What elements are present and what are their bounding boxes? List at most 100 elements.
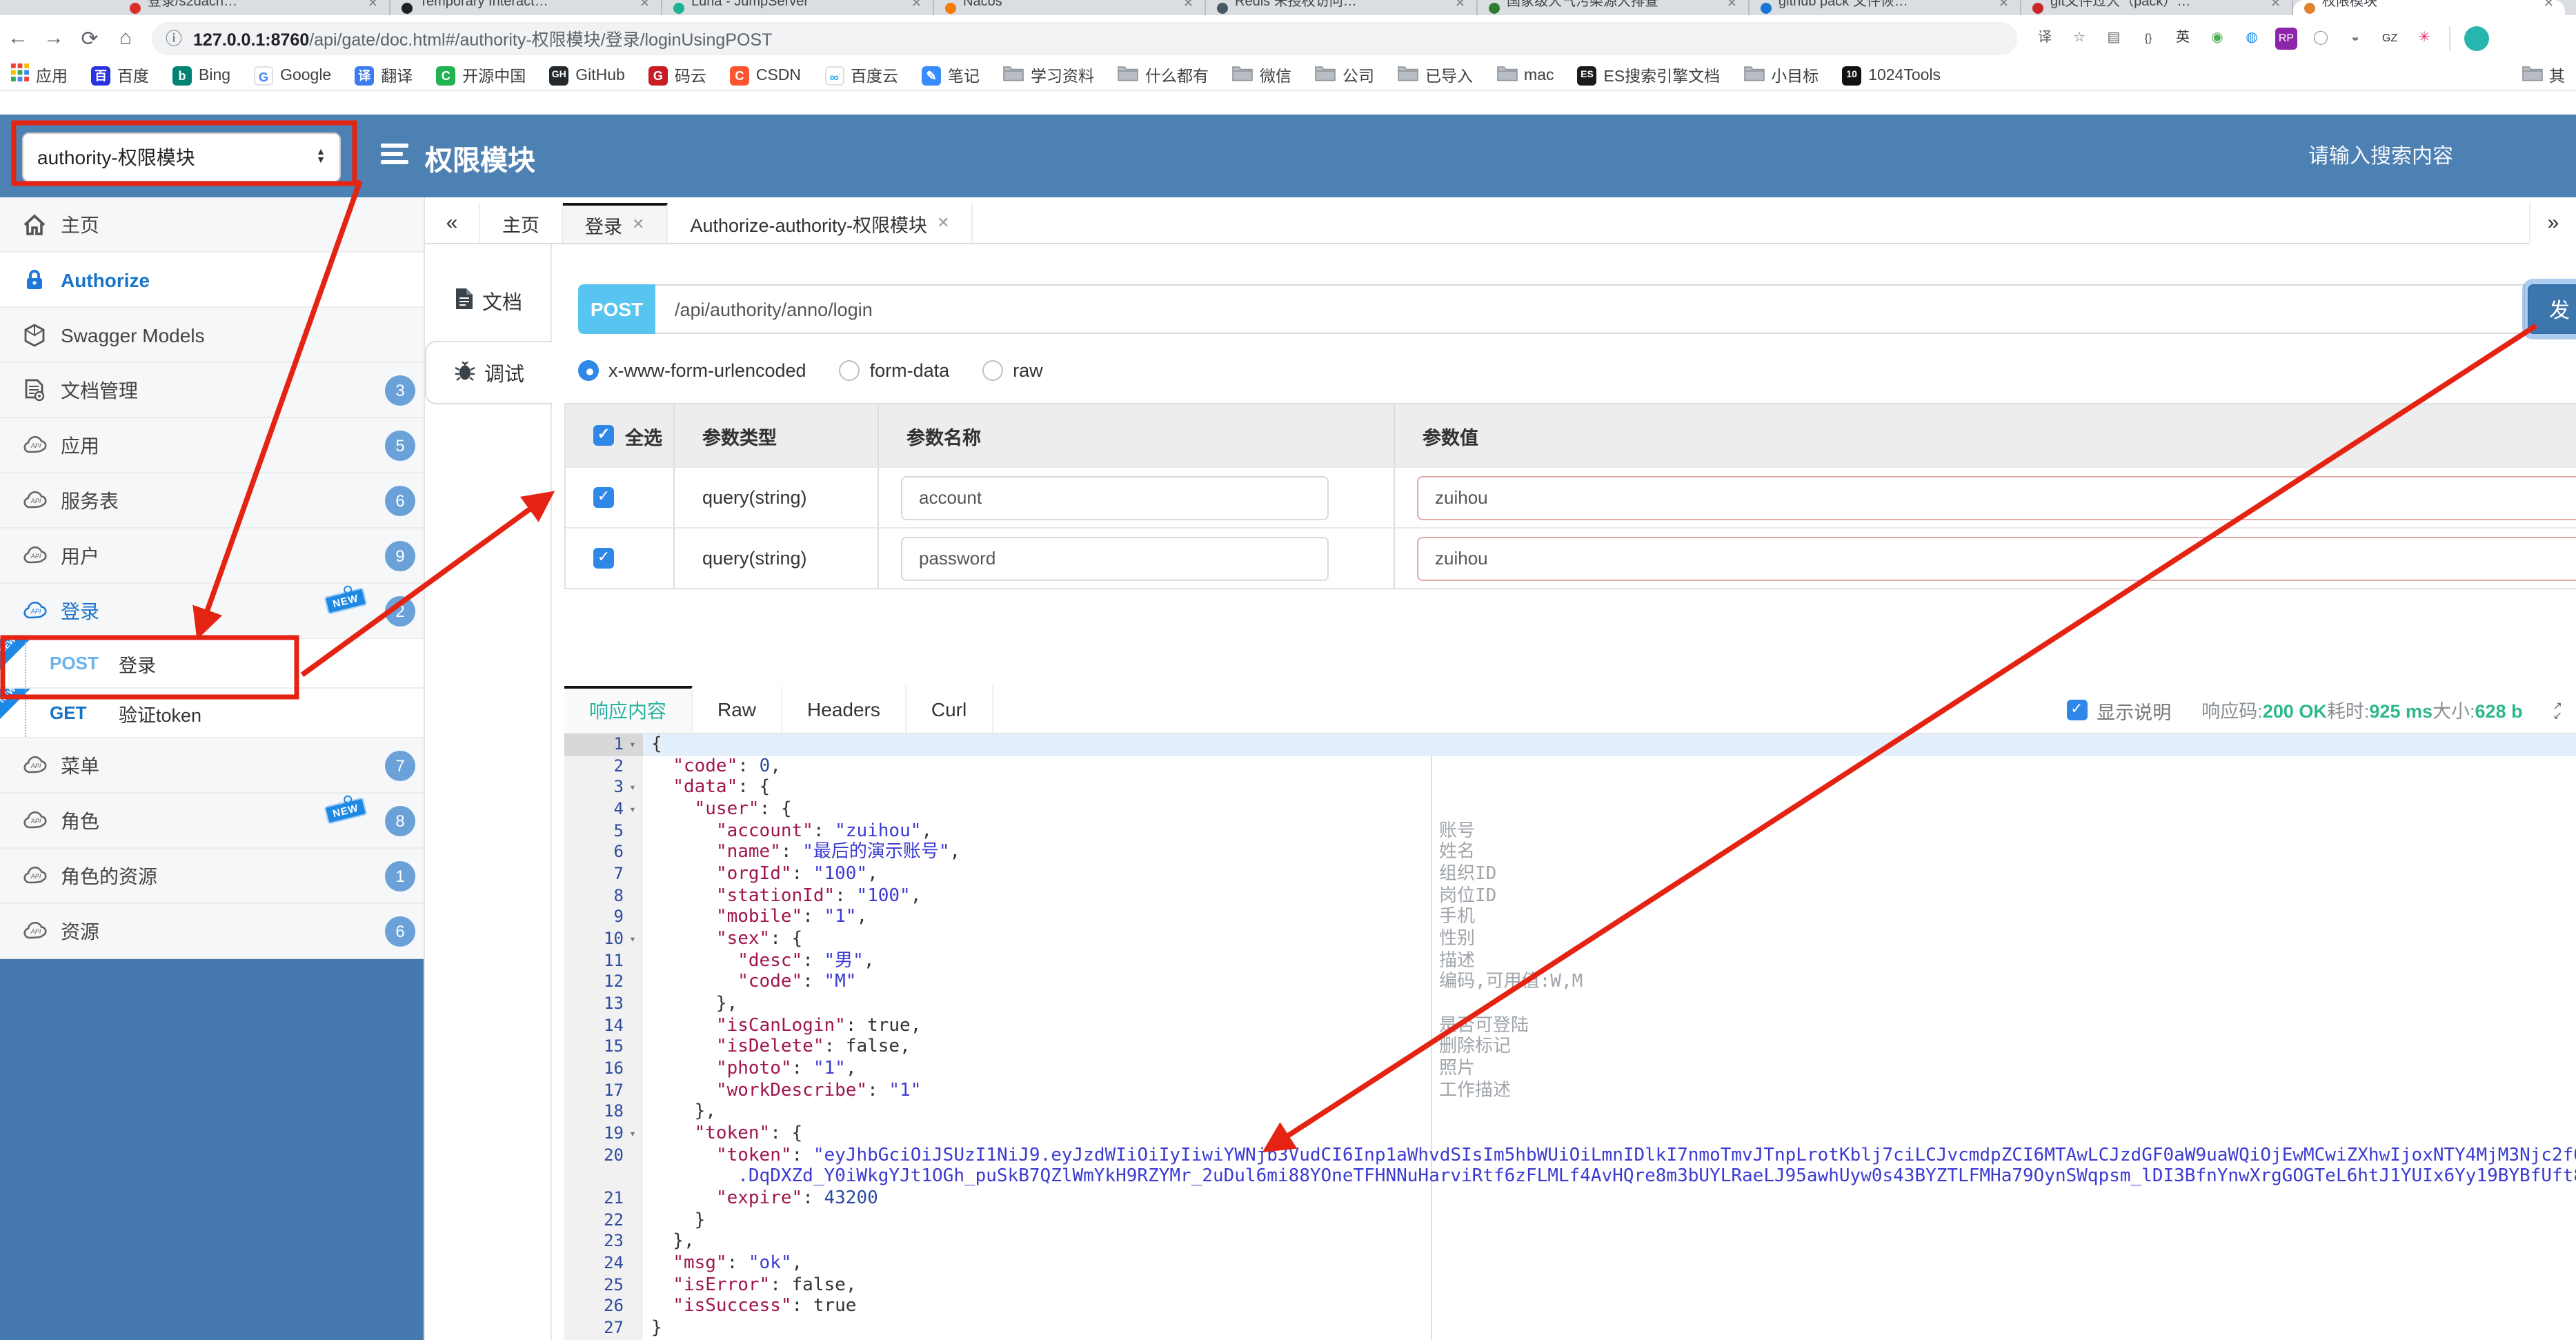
tab-close-icon[interactable]: ✕ — [2270, 0, 2281, 15]
response-tabs[interactable]: 响应内容 Raw Headers Curl — [564, 686, 993, 733]
bookmark-item[interactable]: G 码云 — [648, 64, 706, 86]
tab-close-icon[interactable]: ✕ — [640, 0, 650, 15]
sidebar-item-服务表[interactable]: API 服务表 6 — [0, 473, 424, 529]
sidebar-item-主页[interactable]: 主页 — [0, 197, 424, 253]
browser-tab[interactable]: 国家级大气污染源大排查 ✕ — [1478, 0, 1750, 15]
tab-主页[interactable]: 主页 — [480, 203, 563, 243]
bookmark-item[interactable]: 小目标 — [1743, 63, 1819, 88]
param-value-input[interactable] — [1417, 536, 2576, 580]
translate-icon[interactable]: 译 — [2034, 27, 2056, 49]
sidebar-item-用户[interactable]: API 用户 9 — [0, 529, 424, 584]
fold-arrow-icon[interactable]: ▾ — [626, 1123, 639, 1145]
app-tabs[interactable]: 主页 登录 ✕ Authorize-authority-权限模块 ✕ — [480, 203, 973, 243]
bookmark-item[interactable]: 什么都有 — [1118, 63, 1209, 88]
forward-icon[interactable]: → — [36, 26, 72, 50]
browser-tab-strip[interactable]: 登录/s2dach… ✕ Temporary Interact… ✕ Luna - Ju… — [0, 0, 2576, 15]
gitzip-ext-icon[interactable]: GZ — [2379, 27, 2401, 49]
doc-tab-文档[interactable]: 文档 — [425, 269, 551, 333]
bookmark-item[interactable]: GH GitHub — [549, 66, 625, 85]
response-editor[interactable]: 1 ▾{2 "code": 0, 3 ▾ "data": {4 ▾ "user": {5… — [564, 734, 2576, 1340]
request-url-input[interactable] — [655, 284, 2525, 334]
sidebar-item-角色[interactable]: API 角色 NEW 8 — [0, 794, 424, 849]
fullscreen-icon[interactable]: ↗ ↙ — [2553, 700, 2562, 720]
tab-close-icon[interactable]: ✕ — [937, 214, 949, 232]
sidebar-item-资源[interactable]: API 资源 6 — [0, 904, 424, 959]
code-ext-icon[interactable]: {} — [2137, 27, 2159, 49]
dict-ext-icon[interactable]: 英 — [2172, 27, 2194, 49]
browser-tab[interactable]: Redis 未授权访问… ✕ — [1206, 0, 1478, 15]
profile-avatar[interactable] — [2464, 26, 2489, 50]
content-type-x-www-form-urlencoded[interactable]: x-www-form-urlencoded — [578, 360, 806, 381]
fold-arrow-icon[interactable]: ▾ — [626, 799, 639, 820]
tabs-scroll-left-icon[interactable]: « — [425, 203, 480, 243]
response-tab-Headers[interactable]: Headers — [782, 686, 906, 733]
browser-tab[interactable]: Temporary Interact… ✕ — [390, 0, 662, 15]
header-search-input[interactable] — [2308, 137, 2515, 175]
bookmark-item[interactable]: mac — [1496, 63, 1554, 88]
bookmark-item[interactable]: b Bing — [172, 66, 230, 85]
bookmark-item[interactable]: ✎ 笔记 — [922, 64, 980, 86]
bookmark-item[interactable]: 10 1024Tools — [1842, 66, 1941, 85]
sidebar-item-登录[interactable]: API 登录 NEW 2 — [0, 584, 424, 639]
fold-arrow-icon[interactable]: ▾ — [626, 778, 639, 799]
bookmark-item[interactable]: C CSDN — [729, 66, 801, 85]
fold-arrow-icon[interactable]: ▾ — [626, 929, 639, 950]
tab-close-icon[interactable]: ✕ — [1999, 0, 2009, 15]
cat-ext-icon[interactable]: ◒ — [2344, 27, 2366, 49]
home-button-icon[interactable]: ⌂ — [108, 26, 143, 50]
tab-close-icon[interactable]: ✕ — [632, 215, 644, 233]
browser-tab[interactable]: git文件过大（pack）… ✕ — [2021, 0, 2293, 15]
param-checkbox[interactable]: ✓ — [593, 487, 614, 508]
bookmarks-list[interactable]: 应用 百百度 b Bing G Google 译翻译 C 开源中国 GH GitHub G 码云 C CSD… — [11, 63, 2508, 88]
tab-close-icon[interactable]: ✕ — [1727, 0, 1737, 15]
param-name-input[interactable] — [901, 475, 1329, 520]
param-name-input[interactable] — [901, 536, 1329, 580]
fold-arrow-icon[interactable]: ▾ — [626, 734, 639, 756]
sidebar-item-应用[interactable]: API 应用 5 — [0, 418, 424, 473]
browser-tab[interactable]: 登录/s2dach… ✕ — [119, 0, 390, 15]
tab-close-icon[interactable]: ✕ — [1455, 0, 1465, 15]
param-checkbox[interactable]: ✓ — [593, 548, 614, 569]
content-type-form-data[interactable]: form-data — [839, 360, 949, 381]
sidebar-item-角色的资源[interactable]: API 角色的资源 1 — [0, 849, 424, 904]
reload-icon[interactable]: ⟳ — [72, 26, 108, 50]
select-all-checkbox[interactable]: ✓ — [593, 425, 614, 446]
tabs-scroll-right-icon[interactable]: » — [2529, 203, 2576, 244]
sidebar-item-post-登录[interactable]: NEW POST 登录 — [0, 636, 424, 689]
radio-icon[interactable] — [839, 360, 860, 381]
toolbar-extensions[interactable]: 译 ☆ ▤ {} 英 ◉ ◍ RP ◯ ◒ GZ ✳ — [2034, 27, 2435, 49]
bookmark-item[interactable]: 百百度 — [91, 64, 149, 86]
param-value-input[interactable] — [1417, 475, 2576, 520]
content-type-raw[interactable]: raw — [982, 360, 1043, 381]
sidebar-item-文档管理[interactable]: 文档管理 3 — [0, 363, 424, 418]
address-bar[interactable]: ⓘ 127.0.0.1:8760/api/gate/doc.html#/auth… — [152, 21, 2017, 55]
show-desc-checkbox[interactable]: ✓ — [2066, 700, 2088, 720]
sidebar-item-Authorize[interactable]: Authorize — [0, 253, 424, 308]
response-tab-Raw[interactable]: Raw — [693, 686, 783, 733]
ring-ext-icon[interactable]: ◯ — [2310, 27, 2332, 49]
pinwheel-ext-icon[interactable]: ✳ — [2413, 27, 2435, 49]
sidebar-item-Swagger Models[interactable]: Swagger Models — [0, 308, 424, 363]
bookmark-item[interactable]: C 开源中国 — [436, 64, 526, 86]
back-icon[interactable]: ← — [0, 26, 36, 50]
radio-icon[interactable] — [578, 360, 599, 381]
tab-登录[interactable]: 登录 ✕ — [563, 203, 668, 243]
menu-toggle-icon[interactable] — [381, 144, 408, 164]
bookmark-item[interactable]: 应用 — [11, 63, 68, 88]
bookmark-item[interactable]: G Google — [254, 66, 331, 85]
tab-close-icon[interactable]: ✕ — [368, 0, 378, 15]
chrome-ext-icon[interactable]: ◉ — [2206, 27, 2228, 49]
browser-tab[interactable]: 权限模块 ✕ — [2293, 0, 2565, 15]
bookmark-item[interactable]: 公司 — [1315, 63, 1374, 88]
response-tab-响应内容[interactable]: 响应内容 — [564, 686, 693, 733]
browser-tab[interactable]: Luna - JumpServer ✕ — [662, 0, 934, 15]
radio-icon[interactable] — [982, 360, 1004, 381]
bookmark-item[interactable]: 译翻译 — [355, 64, 413, 86]
doc-tab-调试[interactable]: 调试 — [425, 341, 552, 404]
tab-close-icon[interactable]: ✕ — [911, 0, 922, 15]
browser-tab[interactable]: github pack 文件恢… ✕ — [1750, 0, 2021, 15]
tab-close-icon[interactable]: ✕ — [1183, 0, 1193, 15]
notes-ext-icon[interactable]: ▤ — [2103, 27, 2125, 49]
bookmark-item[interactable]: 微信 — [1232, 63, 1291, 88]
sidebar-item-菜单[interactable]: API 菜单 7 — [0, 738, 424, 794]
